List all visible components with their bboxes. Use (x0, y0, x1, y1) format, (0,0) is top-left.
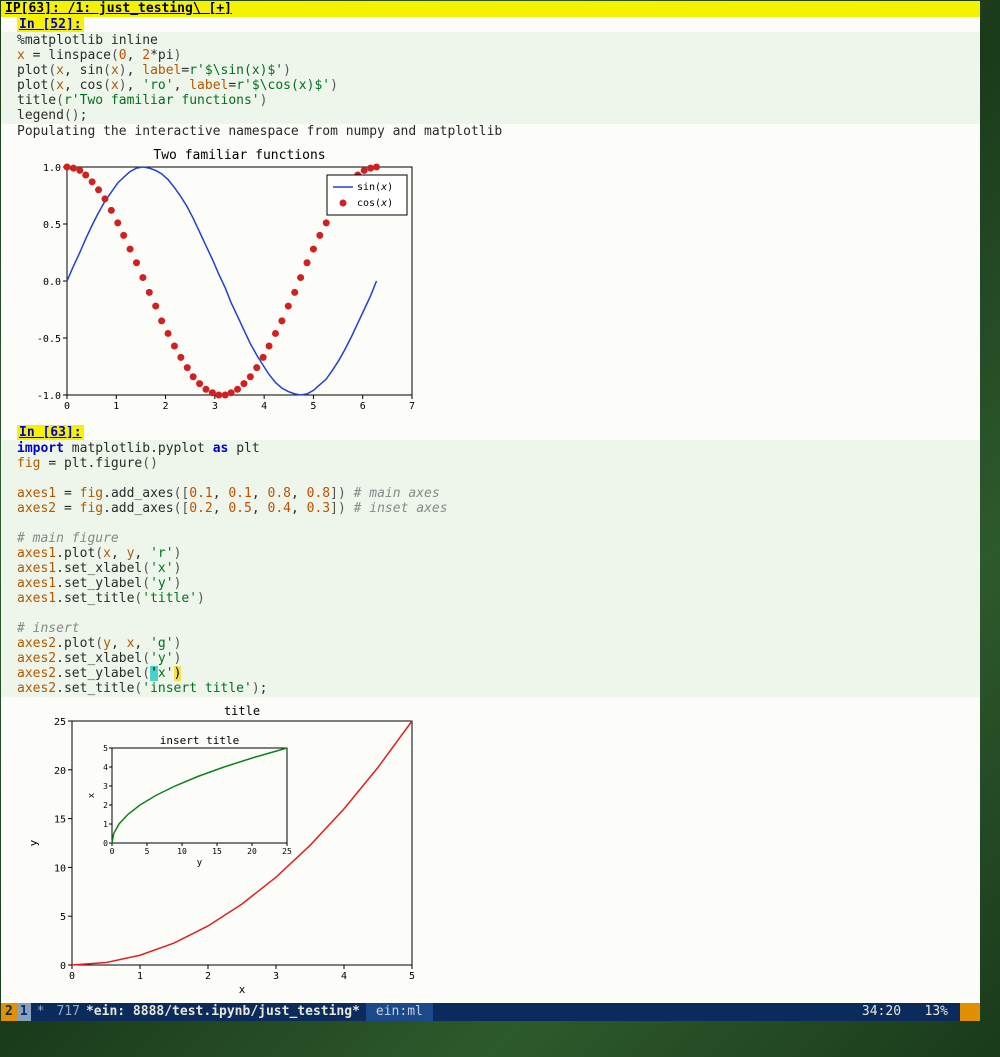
svg-text:y: y (197, 858, 203, 868)
editor-frame: IP[63]: /1: just_testing\ [+] In [52]: %… (1, 1, 980, 1001)
svg-text:Two familiar functions: Two familiar functions (153, 148, 325, 163)
svg-text:7: 7 (409, 401, 415, 412)
svg-text:25: 25 (282, 847, 292, 856)
svg-text:4: 4 (341, 971, 347, 982)
svg-text:title: title (224, 704, 260, 718)
svg-text:10: 10 (54, 863, 66, 874)
svg-text:0: 0 (64, 401, 70, 412)
output-text-1: Populating the interactive namespace fro… (1, 124, 980, 139)
mode-star: * (31, 1003, 51, 1021)
svg-text:4: 4 (103, 763, 108, 772)
title-bar: IP[63]: /1: just_testing\ [+] (1, 1, 980, 17)
in-prompt-2: In [63]: (17, 425, 84, 440)
svg-text:0.0: 0.0 (43, 277, 61, 288)
svg-text:insert title: insert title (160, 734, 239, 747)
code-block-2[interactable]: import matplotlib.pyplot as plt fig = pl… (1, 440, 980, 697)
svg-text:15: 15 (54, 815, 66, 826)
svg-text:4: 4 (261, 401, 267, 412)
mode-buffer-name: *ein: 8888/test.ipynb/just_testing* (86, 1003, 360, 1021)
svg-text:1: 1 (113, 401, 119, 412)
svg-text:x: x (87, 792, 97, 798)
svg-text:0: 0 (69, 971, 75, 982)
svg-text:20: 20 (247, 847, 257, 856)
svg-text:x: x (239, 983, 246, 993)
svg-text:3: 3 (103, 782, 108, 791)
in-prompt-1: In [52]: (17, 17, 84, 32)
svg-text:25: 25 (54, 717, 66, 728)
svg-text:3: 3 (212, 401, 218, 412)
svg-text:5: 5 (409, 971, 415, 982)
mode-num: 717 (50, 1003, 85, 1021)
chart-1: Two familiar functions -1.0 -0.5 0.0 0.5 1.0 0… (17, 145, 417, 415)
svg-text:0: 0 (103, 839, 108, 848)
mode-end-block (960, 1003, 980, 1021)
svg-text:20: 20 (54, 766, 66, 777)
svg-text:15: 15 (212, 847, 222, 856)
code-block-1[interactable]: %matplotlib inline x = linspace(0, 2*pi)… (1, 32, 980, 124)
svg-text:2: 2 (205, 971, 211, 982)
svg-text:0: 0 (60, 961, 66, 972)
svg-text:10: 10 (177, 847, 187, 856)
svg-text:-1.0: -1.0 (37, 391, 61, 402)
svg-text:y: y (27, 839, 40, 846)
svg-text:sin(x): sin(x) (357, 182, 393, 193)
chart-2-container: title 0 5 10 15 20 25 0 1 2 3 4 5 x y insert title 0 1 2 3 4… (1, 697, 980, 1003)
svg-text:3: 3 (273, 971, 279, 982)
svg-text:5: 5 (310, 401, 316, 412)
svg-text:2: 2 (163, 401, 169, 412)
mode-major: ein:ml (366, 1003, 433, 1021)
chart-2: title 0 5 10 15 20 25 0 1 2 3 4 5 x y insert title 0 1 2 3 4… (17, 703, 417, 993)
svg-text:5: 5 (145, 847, 150, 856)
mode-position: 34:20 13% (862, 1003, 952, 1021)
mode-line: 21 * 717 *ein: 8888/test.ipynb/just_test… (1, 1003, 980, 1021)
svg-text:-0.5: -0.5 (37, 334, 61, 345)
svg-text:2: 2 (103, 801, 108, 810)
svg-text:0: 0 (110, 847, 115, 856)
svg-text:5: 5 (103, 744, 108, 753)
svg-text:cos(x): cos(x) (357, 198, 393, 209)
mode-badge-2: 1 (17, 1003, 31, 1021)
svg-text:0.5: 0.5 (43, 220, 61, 231)
svg-text:5: 5 (60, 912, 66, 923)
chart-1-container: Two familiar functions -1.0 -0.5 0.0 0.5 1.0 0… (1, 139, 980, 425)
svg-text:6: 6 (360, 401, 366, 412)
svg-text:1.0: 1.0 (43, 163, 61, 174)
svg-text:1: 1 (103, 820, 108, 829)
cell-1[interactable]: In [52]: %matplotlib inline x = linspace… (1, 17, 980, 425)
mode-badge: 2 (1, 1003, 17, 1021)
svg-text:1: 1 (137, 971, 143, 982)
cell-2[interactable]: In [63]: import matplotlib.pyplot as plt… (1, 425, 980, 1003)
